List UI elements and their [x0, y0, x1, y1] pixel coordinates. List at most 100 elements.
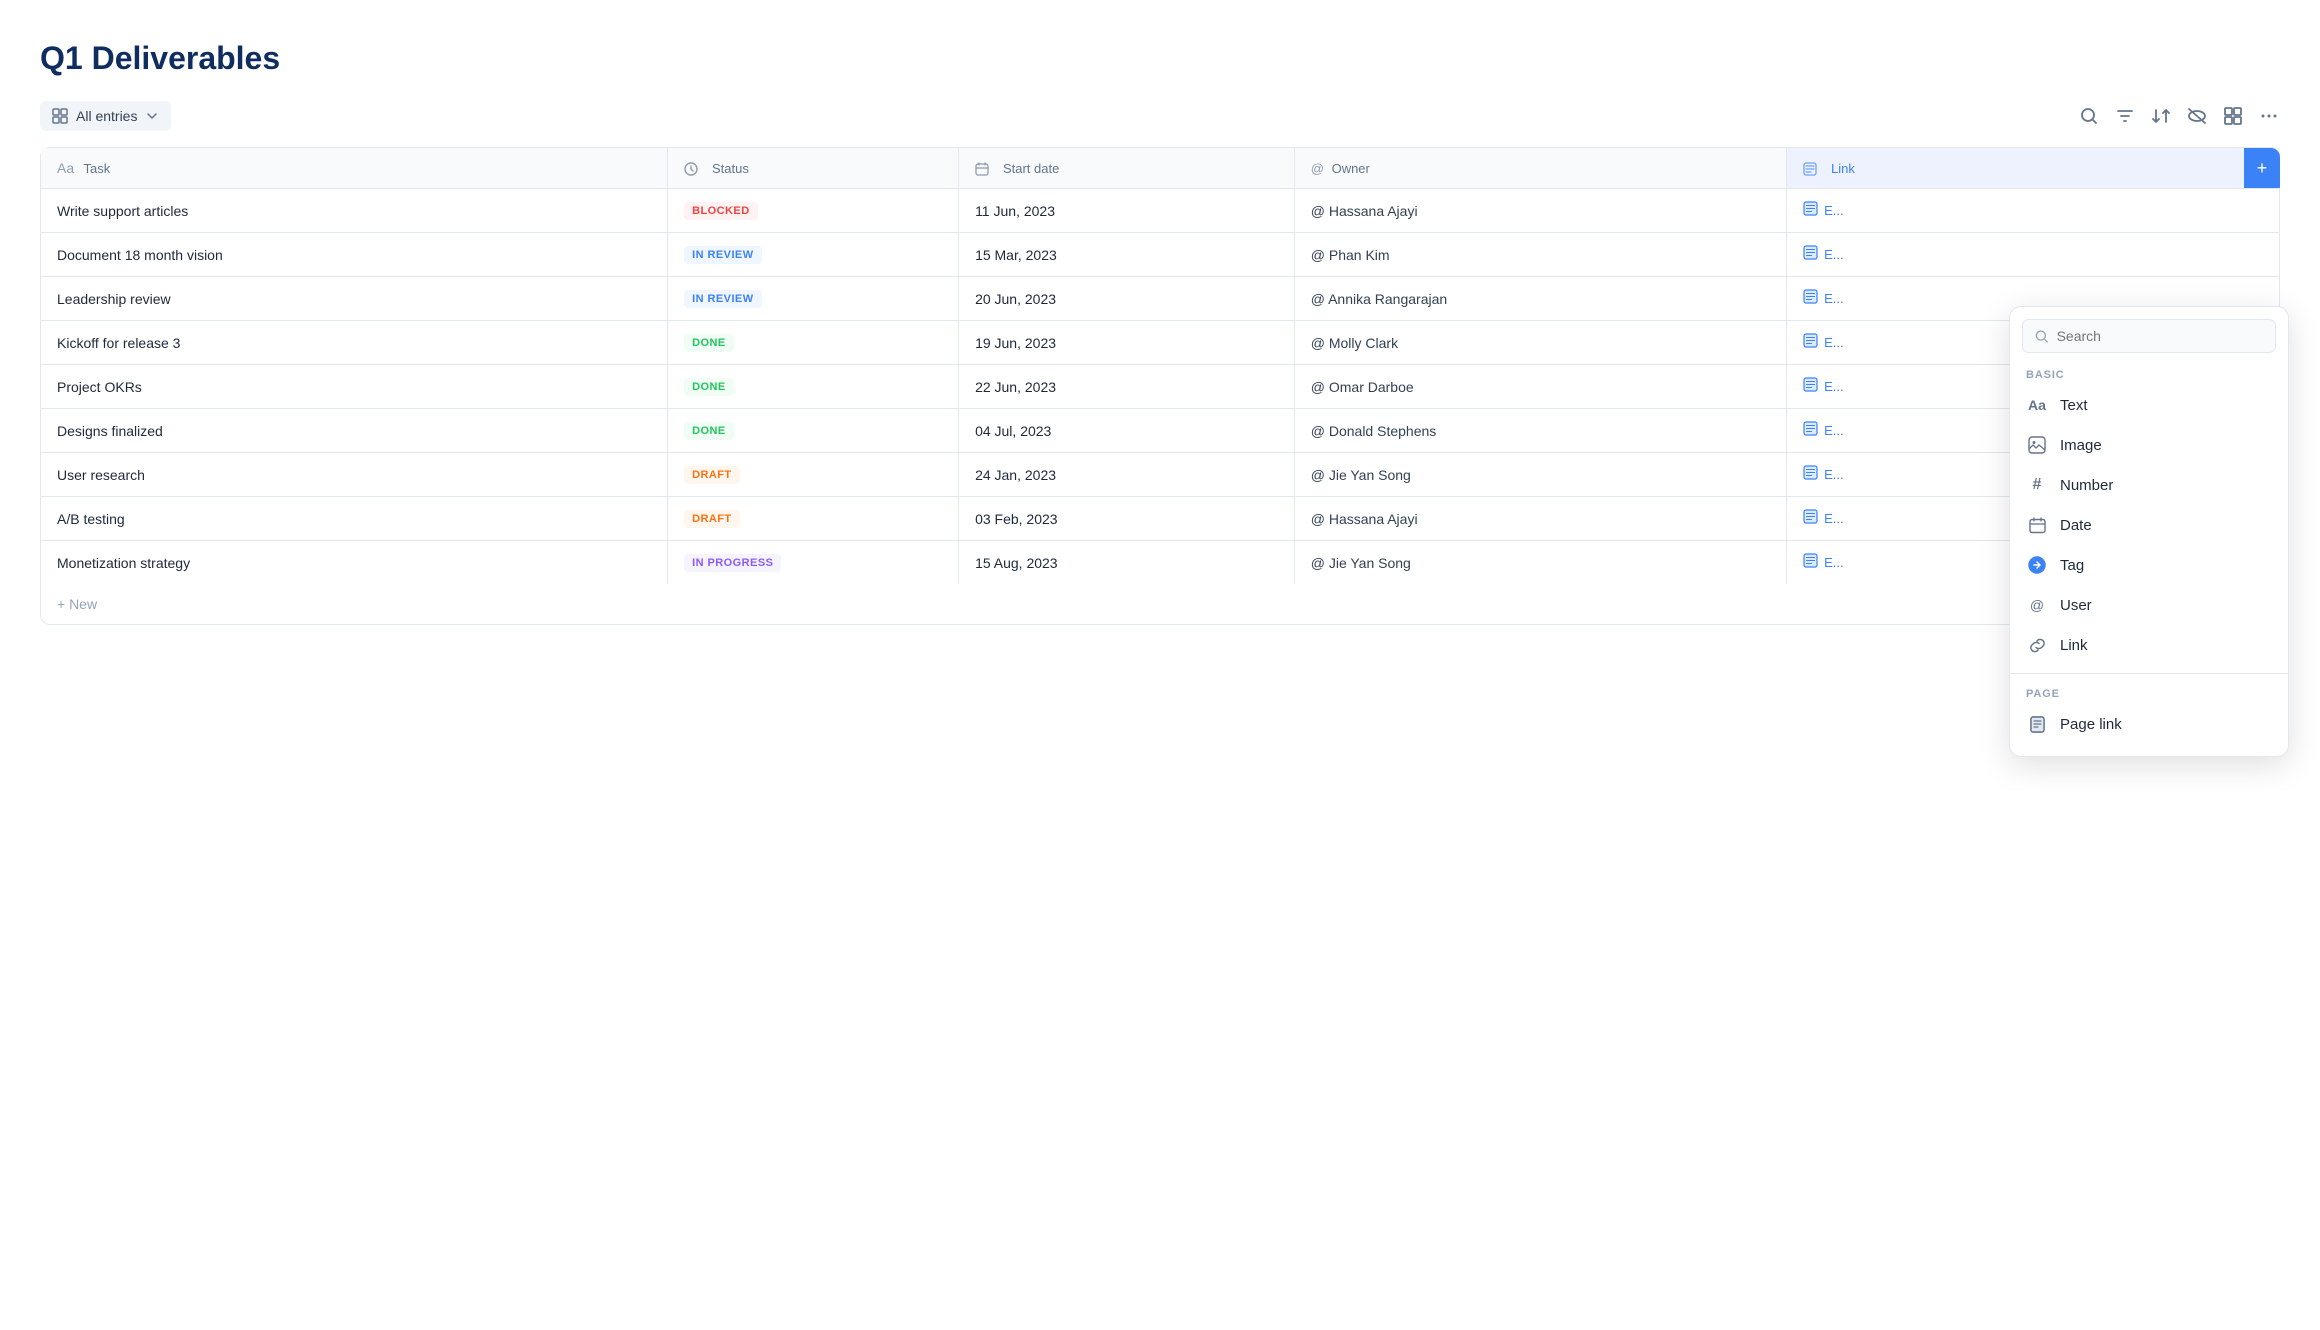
cell-status[interactable]: BLOCKED	[668, 189, 959, 233]
th-link[interactable]: Link +	[1787, 148, 2279, 189]
dropdown-item-tag-label: Tag	[2060, 557, 2084, 574]
view-icon[interactable]	[2222, 105, 2244, 127]
link-text: E...	[1824, 247, 1844, 262]
cell-task[interactable]: Document 18 month vision	[41, 233, 668, 277]
cell-task[interactable]: Kickoff for release 3	[41, 321, 668, 365]
hide-icon[interactable]	[2186, 105, 2208, 127]
dropdown-search-box[interactable]	[2022, 319, 2276, 353]
search-icon[interactable]	[2078, 105, 2100, 127]
link-text: E...	[1824, 291, 1844, 306]
cell-start-date[interactable]: 04 Jul, 2023	[959, 409, 1295, 453]
th-start-date-label: Start date	[1003, 161, 1059, 176]
dropdown-item-user-label: User	[2060, 597, 2092, 614]
date-type-icon	[975, 160, 997, 176]
cell-link[interactable]: E...	[1787, 189, 2279, 233]
cell-task[interactable]: User research	[41, 453, 668, 497]
dropdown-item-image-label: Image	[2060, 437, 2102, 454]
th-status[interactable]: Status	[668, 148, 959, 189]
cell-start-date[interactable]: 03 Feb, 2023	[959, 497, 1295, 541]
dropdown-item-image[interactable]: Image	[2010, 425, 2288, 465]
cell-task[interactable]: A/B testing	[41, 497, 668, 541]
add-column-button[interactable]: +	[2244, 148, 2280, 188]
new-row-label: + New	[57, 596, 97, 612]
dropdown-item-text-label: Text	[2060, 397, 2088, 414]
status-badge: DONE	[684, 422, 734, 440]
cell-status[interactable]: DONE	[668, 409, 959, 453]
th-start-date[interactable]: Start date	[959, 148, 1295, 189]
status-type-icon	[684, 160, 706, 176]
link-icon	[2026, 634, 2048, 656]
cell-task[interactable]: Write support articles	[41, 189, 668, 233]
cell-start-date[interactable]: 15 Aug, 2023	[959, 541, 1295, 585]
more-icon[interactable]	[2258, 105, 2280, 127]
table-row: A/B testing DRAFT 03 Feb, 2023@ Hassana Aj…	[41, 497, 2279, 541]
dropdown-item-link[interactable]: Link	[2010, 625, 2288, 665]
page-title: Q1 Deliverables	[40, 40, 2280, 77]
cell-owner[interactable]: @ Phan Kim	[1294, 233, 1786, 277]
sort-icon[interactable]	[2150, 105, 2172, 127]
cell-link[interactable]: E...	[1787, 233, 2279, 277]
cell-start-date[interactable]: 24 Jan, 2023	[959, 453, 1295, 497]
cell-owner[interactable]: @ Donald Stephens	[1294, 409, 1786, 453]
section-label-basic: BASIC	[2010, 363, 2288, 385]
doc-icon	[1803, 201, 1818, 220]
dropdown-item-page-link[interactable]: Page link	[2010, 704, 2288, 744]
cell-start-date[interactable]: 22 Jun, 2023	[959, 365, 1295, 409]
status-badge: DONE	[684, 334, 734, 352]
cell-task[interactable]: Project OKRs	[41, 365, 668, 409]
filter-icon[interactable]	[2114, 105, 2136, 127]
link-text: E...	[1824, 203, 1844, 218]
doc-icon	[1803, 509, 1818, 528]
dropdown-item-number[interactable]: # Number	[2010, 465, 2288, 505]
doc-icon	[1803, 377, 1818, 396]
th-status-label: Status	[712, 161, 749, 176]
status-badge: BLOCKED	[684, 202, 757, 220]
chevron-down-icon	[145, 109, 159, 123]
cell-status[interactable]: IN REVIEW	[668, 277, 959, 321]
table-row: Document 18 month visionIN REVIEW15 Mar,…	[41, 233, 2279, 277]
dropdown-divider	[2010, 673, 2288, 674]
cell-owner[interactable]: @ Molly Clark	[1294, 321, 1786, 365]
cell-task[interactable]: Leadership review	[41, 277, 668, 321]
doc-icon	[1803, 553, 1818, 572]
cell-start-date[interactable]: 11 Jun, 2023	[959, 189, 1295, 233]
cell-status[interactable]: DONE	[668, 365, 959, 409]
cell-start-date[interactable]: 19 Jun, 2023	[959, 321, 1295, 365]
dropdown-item-link-label: Link	[2060, 637, 2088, 654]
cell-status[interactable]: DRAFT	[668, 497, 959, 541]
cell-status[interactable]: DRAFT	[668, 453, 959, 497]
cell-owner[interactable]: @ Omar Darboe	[1294, 365, 1786, 409]
cell-owner[interactable]: @ Jie Yan Song	[1294, 453, 1786, 497]
dropdown-search-input[interactable]	[2057, 328, 2263, 344]
dropdown-item-date[interactable]: Date	[2010, 505, 2288, 545]
th-owner[interactable]: @ Owner	[1294, 148, 1786, 189]
owner-type-icon: @	[1311, 161, 1324, 176]
cell-status[interactable]: IN PROGRESS	[668, 541, 959, 585]
image-icon	[2026, 434, 2048, 456]
number-icon: #	[2026, 474, 2048, 496]
dropdown-item-text[interactable]: Aa Text	[2010, 385, 2288, 425]
column-type-dropdown: BASIC Aa Text Image # Number	[2009, 306, 2289, 757]
cell-owner[interactable]: @ Hassana Ajayi	[1294, 497, 1786, 541]
doc-icon	[1803, 289, 1818, 308]
cell-task[interactable]: Designs finalized	[41, 409, 668, 453]
table-body: Write support articles BLOCKED 11 Jun, 202…	[41, 189, 2279, 585]
cell-task[interactable]: Monetization strategy	[41, 541, 668, 585]
cell-owner[interactable]: @ Hassana Ajayi	[1294, 189, 1786, 233]
link-text: E...	[1824, 555, 1844, 570]
cell-start-date[interactable]: 20 Jun, 2023	[959, 277, 1295, 321]
th-task[interactable]: Aa Task	[41, 148, 668, 189]
all-entries-button[interactable]: All entries	[40, 101, 171, 131]
dropdown-item-tag[interactable]: Tag	[2010, 545, 2288, 585]
dropdown-item-user[interactable]: @ User	[2010, 585, 2288, 625]
all-entries-label: All entries	[76, 108, 137, 124]
doc-icon	[1803, 245, 1818, 264]
cell-owner[interactable]: @ Jie Yan Song	[1294, 541, 1786, 585]
status-badge: DRAFT	[684, 510, 739, 528]
cell-status[interactable]: DONE	[668, 321, 959, 365]
cell-start-date[interactable]: 15 Mar, 2023	[959, 233, 1295, 277]
cell-owner[interactable]: @ Annika Rangarajan	[1294, 277, 1786, 321]
new-row-button[interactable]: + New	[41, 584, 2279, 624]
table-row: Leadership reviewIN REVIEW20 Jun, 2023@ …	[41, 277, 2279, 321]
cell-status[interactable]: IN REVIEW	[668, 233, 959, 277]
